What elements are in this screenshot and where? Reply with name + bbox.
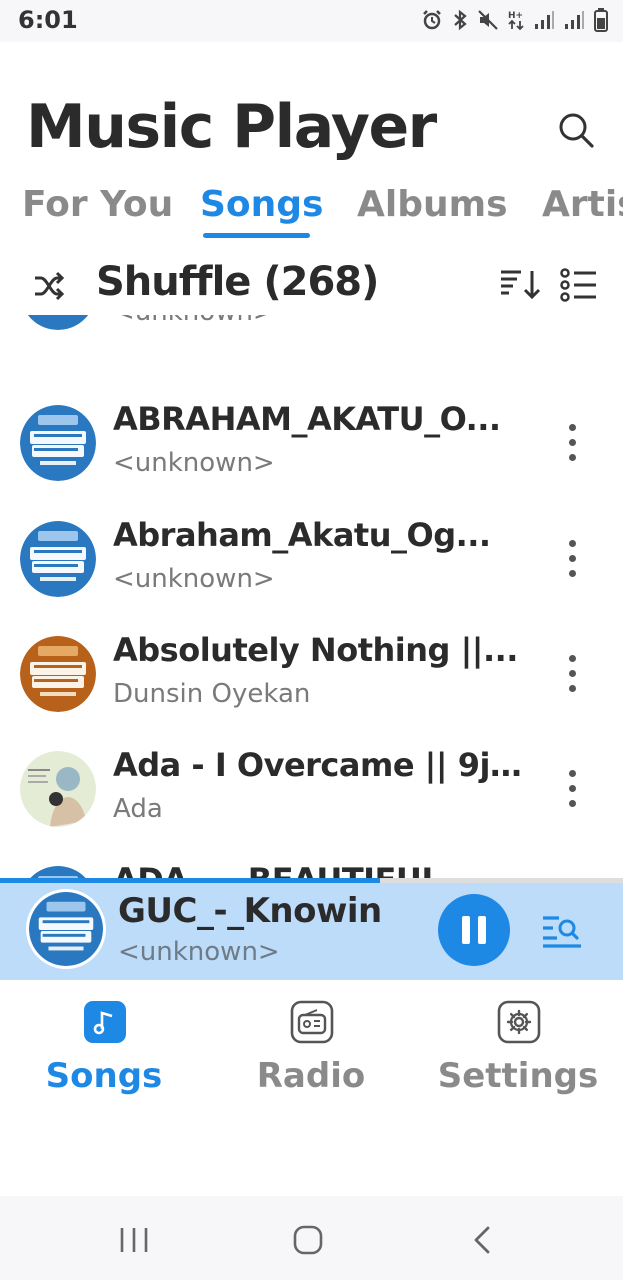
song-artist: Ada bbox=[113, 794, 163, 824]
bluetooth-icon bbox=[454, 9, 467, 31]
nav-songs-label: Songs bbox=[45, 1056, 163, 1096]
song-title: ABRAHAM_AKATU_O... bbox=[113, 400, 501, 438]
now-playing-art bbox=[26, 889, 106, 969]
song-title: Ada - I Overcame || 9j... bbox=[113, 746, 523, 784]
gospel-jingle-art-icon bbox=[20, 636, 96, 712]
song-artist: Dunsin Oyekan bbox=[113, 679, 311, 709]
song-row[interactable]: Abraham_Akatu_Og... <unknown> bbox=[0, 500, 623, 616]
mute-icon bbox=[478, 10, 498, 30]
album-art bbox=[20, 521, 96, 597]
album-art bbox=[20, 636, 96, 712]
view-mode-button[interactable] bbox=[560, 267, 598, 303]
battery-icon bbox=[594, 8, 608, 32]
song-row[interactable]: <unknown> bbox=[0, 315, 623, 349]
queue-button[interactable] bbox=[540, 908, 584, 952]
settings-icon bbox=[497, 1000, 541, 1044]
data-arrows-icon: H+ bbox=[508, 11, 524, 31]
queue-search-icon bbox=[543, 916, 581, 948]
tab-albums[interactable]: Albums bbox=[357, 184, 508, 225]
bottom-navigation: Songs Radio Settings bbox=[0, 980, 623, 1120]
gospel-jingle-art-icon bbox=[20, 405, 96, 481]
svg-text:H+: H+ bbox=[508, 11, 523, 21]
page-title: Music Player bbox=[26, 92, 437, 162]
gospel-jingle-art-icon bbox=[29, 892, 103, 966]
status-bar: 6:01 H+ bbox=[0, 0, 623, 42]
nav-settings-label: Settings bbox=[437, 1056, 599, 1096]
more-options-button[interactable] bbox=[560, 651, 584, 697]
recent-apps-icon bbox=[120, 1228, 148, 1252]
music-note-icon bbox=[83, 1000, 127, 1044]
song-artist: <unknown> bbox=[113, 448, 275, 478]
song-artist: <unknown> bbox=[113, 315, 523, 327]
now-playing-artist: <unknown> bbox=[118, 937, 280, 967]
back-button[interactable] bbox=[462, 1220, 502, 1260]
back-icon bbox=[474, 1226, 490, 1254]
active-tab-indicator bbox=[203, 233, 310, 238]
signal-icon bbox=[535, 11, 554, 29]
search-button[interactable] bbox=[556, 110, 596, 150]
album-art bbox=[20, 751, 96, 827]
shuffle-row: Shuffle (268) bbox=[0, 255, 623, 315]
nav-settings[interactable]: Settings bbox=[418, 1000, 618, 1110]
signal-icon-2 bbox=[565, 11, 584, 29]
song-artist: <unknown> bbox=[113, 564, 275, 594]
status-icons: H+ bbox=[421, 8, 609, 32]
shuffle-button[interactable] bbox=[32, 269, 66, 303]
gospel-jingle-art-icon bbox=[20, 521, 96, 597]
tab-bar: For You Songs Albums Artis bbox=[0, 180, 623, 242]
shuffle-label[interactable]: Shuffle (268) bbox=[96, 259, 379, 305]
song-title: Absolutely Nothing ||... bbox=[113, 631, 518, 669]
song-row[interactable]: ABRAHAM_AKATU_O... <unknown> bbox=[0, 384, 623, 500]
sort-button[interactable] bbox=[498, 267, 544, 303]
song-row[interactable]: ADA - _ BEAUTIFUL bbox=[0, 845, 623, 879]
list-view-icon bbox=[560, 268, 596, 302]
status-time: 6:01 bbox=[18, 6, 78, 34]
nav-radio-label: Radio bbox=[256, 1056, 366, 1096]
tab-songs[interactable]: Songs bbox=[200, 184, 324, 225]
search-icon bbox=[559, 113, 594, 148]
tab-artists[interactable]: Artis bbox=[542, 184, 623, 225]
radio-icon bbox=[290, 1000, 334, 1044]
gospel-jingle-art-icon bbox=[27, 315, 89, 330]
song-row[interactable]: Absolutely Nothing ||... Dunsin Oyekan bbox=[0, 615, 623, 731]
recent-apps-button[interactable] bbox=[114, 1220, 154, 1260]
mini-player[interactable]: GUC_-_Knowin <unknown> bbox=[0, 883, 623, 980]
pause-icon bbox=[462, 916, 486, 944]
album-art bbox=[20, 405, 96, 481]
home-button[interactable] bbox=[288, 1220, 328, 1260]
nav-radio[interactable]: Radio bbox=[211, 1000, 411, 1110]
song-title: ADA - _ BEAUTIFUL bbox=[113, 861, 523, 879]
alarm-icon bbox=[423, 10, 441, 30]
song-list[interactable]: <unknown> ABRAHAM_AKATU_O... <unknown> A… bbox=[0, 315, 623, 879]
more-options-button[interactable] bbox=[560, 766, 584, 812]
tab-for-you[interactable]: For You bbox=[22, 184, 173, 225]
pause-button[interactable] bbox=[438, 894, 510, 966]
song-title: Abraham_Akatu_Og... bbox=[113, 516, 491, 554]
more-options-button[interactable] bbox=[560, 420, 584, 466]
song-count: (268) bbox=[263, 259, 379, 305]
now-playing-title: GUC_-_Knowin bbox=[118, 891, 382, 931]
song-row[interactable]: Ada - I Overcame || 9j... Ada bbox=[0, 730, 623, 846]
home-icon bbox=[293, 1225, 323, 1255]
album-art bbox=[20, 315, 96, 330]
portrait-art-icon bbox=[20, 751, 96, 827]
shuffle-text: Shuffle bbox=[96, 259, 251, 305]
nav-songs[interactable]: Songs bbox=[4, 1000, 204, 1110]
system-navigation-bar bbox=[0, 1196, 623, 1280]
more-options-button[interactable] bbox=[560, 536, 584, 582]
shuffle-icon bbox=[35, 271, 65, 301]
sort-icon bbox=[501, 270, 541, 300]
